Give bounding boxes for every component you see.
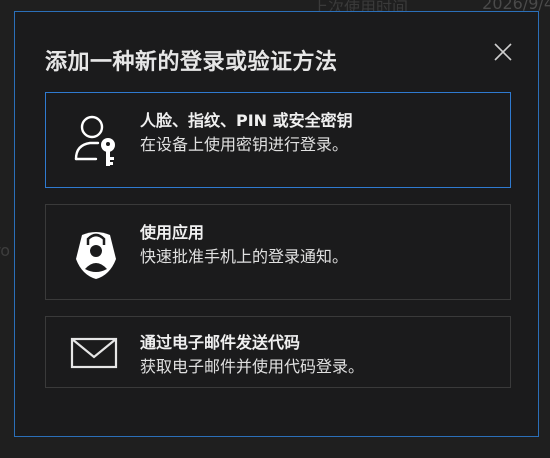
option-use-app[interactable]: 使用应用 快速批准手机上的登录通知。	[45, 204, 511, 300]
dialog-title: 添加一种新的登录或验证方法	[45, 50, 338, 75]
close-icon	[494, 43, 512, 61]
option-title: 使用应用	[140, 223, 205, 242]
option-description: 在设备上使用密钥进行登录。	[140, 135, 349, 154]
person-key-icon	[70, 113, 122, 169]
add-sign-in-method-dialog: 添加一种新的登录或验证方法 人脸、指纹、PIN 或安全密钥 在设备上使用密钥进行…	[14, 11, 539, 437]
option-face-fingerprint-pin-key[interactable]: 人脸、指纹、PIN 或安全密钥 在设备上使用密钥进行登录。	[45, 92, 511, 188]
option-description: 获取电子邮件并使用代码登录。	[140, 357, 365, 376]
authenticator-app-icon	[70, 225, 122, 281]
option-email-code[interactable]: 通过电子邮件发送代码 获取电子邮件并使用代码登录。	[45, 316, 511, 388]
background-left-fragment: ro	[0, 241, 11, 260]
option-description: 快速批准手机上的登录通知。	[140, 247, 349, 266]
mail-icon	[70, 329, 122, 377]
close-button[interactable]	[491, 40, 515, 64]
option-title: 通过电子邮件发送代码	[140, 333, 301, 352]
option-title: 人脸、指纹、PIN 或安全密钥	[140, 111, 353, 130]
